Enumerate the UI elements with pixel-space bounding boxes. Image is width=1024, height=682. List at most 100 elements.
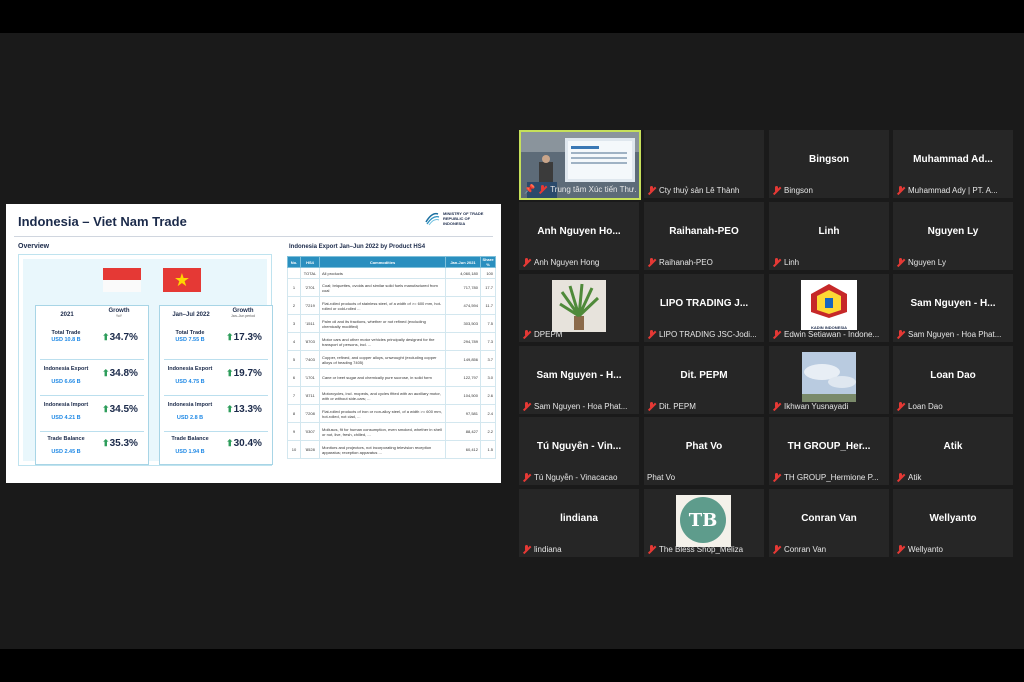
- shared-screen: Indonesia – Viet Nam Trade MINISTRY OF T…: [6, 204, 501, 483]
- participant-tile[interactable]: Sam Nguyen - H... Sam Nguyen - Hoa Phat..…: [893, 274, 1013, 342]
- participant-tile[interactable]: Cty thuỷ sản Lê Thành: [644, 130, 764, 198]
- participant-tile[interactable]: Muhammad Ad... Muhammad Ady | PT. A...: [893, 130, 1013, 198]
- participant-name-label: Phat Vo: [647, 473, 761, 482]
- divider: [164, 359, 268, 360]
- table-row: 9'0307 Molluscs, fit for human consumptio…: [287, 422, 496, 441]
- participant-tile[interactable]: 📌 Trung tâm Xúc tiến Thư...: [519, 130, 641, 200]
- up-arrow-icon: ⬆: [102, 438, 110, 448]
- participant-display-name: Raihanah-PEO: [669, 226, 739, 237]
- stat-value: USD 4.21 B: [51, 415, 81, 421]
- table-cell: '7208: [300, 404, 320, 423]
- participant-tile[interactable]: Anh Nguyen Ho... Anh Nguyen Hong: [519, 202, 639, 270]
- participant-display-name: Loan Dao: [930, 370, 976, 381]
- stat-label: Trade Balance: [171, 436, 209, 442]
- participant-display-name: Conran Van: [801, 513, 857, 524]
- overview-label: Overview: [18, 243, 50, 250]
- table-header-cell: No.: [287, 256, 301, 268]
- table-cell: 4,060,180: [445, 267, 481, 279]
- participant-display-name: Linh: [818, 226, 840, 237]
- stat-value: USD 2.45 B: [51, 449, 81, 455]
- stat-growth: ⬆34.5%: [102, 404, 138, 415]
- slide-title: Indonesia – Viet Nam Trade: [18, 214, 187, 229]
- participant-name-label: Anh Nguyen Hong: [522, 258, 636, 267]
- ministry-text: MINISTRY OF TRADE REPUBLIC OF INDONESIA: [443, 210, 484, 226]
- table-row: 4'8703 Motor cars and other motor vehicle…: [287, 332, 496, 351]
- participant-name-label: Muhammad Ady | PT. A...: [896, 186, 1010, 195]
- plant-avatar: [552, 280, 606, 332]
- table-row: 1'2701 Coal; briquettes, ovoids and simil…: [287, 278, 496, 297]
- participant-tile[interactable]: Nguyen Ly Nguyen Ly: [893, 202, 1013, 270]
- participant-tile[interactable]: Conran Van Conran Van: [769, 489, 889, 557]
- participant-tile[interactable]: lindiana lindiana: [519, 489, 639, 557]
- table-cell: 10: [287, 440, 301, 459]
- table-cell: 294,789: [445, 332, 481, 351]
- participant-tile[interactable]: KADIN INDONESIA Edwin Setiawan - Indone..…: [769, 274, 889, 342]
- participant-name-label: Dit. PEPM: [647, 402, 761, 411]
- participant-label-text: Atik: [908, 473, 922, 482]
- participant-tile[interactable]: Phat Vo Phat Vo: [644, 417, 764, 485]
- participant-name-label: Sam Nguyen - Hoa Phat...: [522, 402, 636, 411]
- participant-tile[interactable]: TB The Bless Shop_Meliza: [644, 489, 764, 557]
- table-cell: Flat-rolled products of iron or non-allo…: [319, 404, 446, 423]
- table-header-cell: Share %: [480, 256, 496, 268]
- participant-name-label: LIPO TRADING JSC-Jodi...: [647, 330, 761, 339]
- participant-name-label: Edwin Setiawan - Indone...: [772, 330, 886, 339]
- participant-label-text: Phat Vo: [647, 473, 676, 482]
- table-cell: 60,412: [445, 440, 481, 459]
- muted-mic-icon: [522, 258, 531, 267]
- participant-display-name: Dit. PEPM: [680, 370, 728, 381]
- participant-tile[interactable]: TH GROUP_Her... TH GROUP_Hermione P...: [769, 417, 889, 485]
- stat-card-2022: Jan–Jul 2022 Growth Jan–Jun period Total …: [159, 305, 273, 465]
- muted-mic-icon: [772, 186, 781, 195]
- table-cell: 2: [287, 296, 301, 315]
- participant-display-name: Bingson: [809, 154, 849, 165]
- table-cell: '8703: [300, 332, 320, 351]
- stat-card-2021: 2021 Growth YoY Total Trade USD 10.8 B ⬆34.…: [35, 305, 149, 465]
- participant-tile[interactable]: DPEPM: [519, 274, 639, 342]
- stat-value: USD 1.94 B: [175, 449, 205, 455]
- ministry-logo: MINISTRY OF TRADE REPUBLIC OF INDONESIA: [424, 210, 493, 226]
- participant-name-label: Sam Nguyen - Hoa Phat...: [896, 330, 1010, 339]
- muted-mic-icon: [522, 330, 531, 339]
- table-cell: 2.2: [480, 422, 496, 441]
- participant-tile[interactable]: Bingson Bingson: [769, 130, 889, 198]
- participant-label-text: Bingson: [784, 186, 813, 195]
- table-header-cell: Commodities: [319, 256, 446, 268]
- muted-mic-icon: [896, 473, 905, 482]
- participant-name-label: Wellyanto: [896, 545, 1010, 554]
- participant-display-name: TH GROUP_Her...: [787, 441, 871, 452]
- table-cell: '1701: [300, 368, 320, 387]
- participant-display-name: Wellyanto: [929, 513, 977, 524]
- divider: [40, 359, 144, 360]
- stat-label: Total Trade: [175, 330, 205, 336]
- participant-display-name: Nguyen Ly: [927, 226, 979, 237]
- participant-tile[interactable]: Tú Nguyễn - Vin... Tú Nguyễn - Vinacacao: [519, 417, 639, 485]
- participant-label-text: Anh Nguyen Hong: [534, 258, 600, 267]
- participant-label-text: Conran Van: [784, 545, 827, 554]
- table-cell: 6: [287, 368, 301, 387]
- participant-tile[interactable]: Ikhwan Yusnayadi: [769, 346, 889, 414]
- table-cell: Copper, refined, and copper alloys, unwr…: [319, 350, 446, 369]
- participant-label-text: Tú Nguyễn - Vinacacao: [534, 473, 618, 482]
- vietnam-flag-icon: ★: [163, 268, 201, 292]
- table-cell: Cane or beet sugar and chemically pure s…: [319, 368, 446, 387]
- divider: [40, 395, 144, 396]
- participant-tile[interactable]: Wellyanto Wellyanto: [893, 489, 1013, 557]
- participant-tile[interactable]: LIPO TRADING J... LIPO TRADING JSC-Jodi..…: [644, 274, 764, 342]
- participant-tile[interactable]: Atik Atik: [893, 417, 1013, 485]
- table-cell: 122,797: [445, 368, 481, 387]
- table-cell: Monitors and projectors, not incorporati…: [319, 440, 446, 459]
- stat-row: Total Trade USD 10.8 B ⬆34.7%: [36, 326, 148, 360]
- participant-label-text: Dit. PEPM: [659, 402, 696, 411]
- participant-tile[interactable]: Linh Linh: [769, 202, 889, 270]
- participant-tile[interactable]: Raihanah-PEO Raihanah-PEO: [644, 202, 764, 270]
- card-header-year: Jan–Jul 2022: [172, 312, 210, 318]
- table-cell: Motor cars and other motor vehicles prin…: [319, 332, 446, 351]
- participant-tile[interactable]: Loan Dao Loan Dao: [893, 346, 1013, 414]
- participant-tile[interactable]: Dit. PEPM Dit. PEPM: [644, 346, 764, 414]
- table-cell: '0307: [300, 422, 320, 441]
- stat-growth: ⬆34.8%: [102, 368, 138, 379]
- stat-label: Indonesia Import: [167, 402, 213, 408]
- kadin-emblem-icon: [811, 284, 847, 318]
- participant-tile[interactable]: Sam Nguyen - H... Sam Nguyen - Hoa Phat..…: [519, 346, 639, 414]
